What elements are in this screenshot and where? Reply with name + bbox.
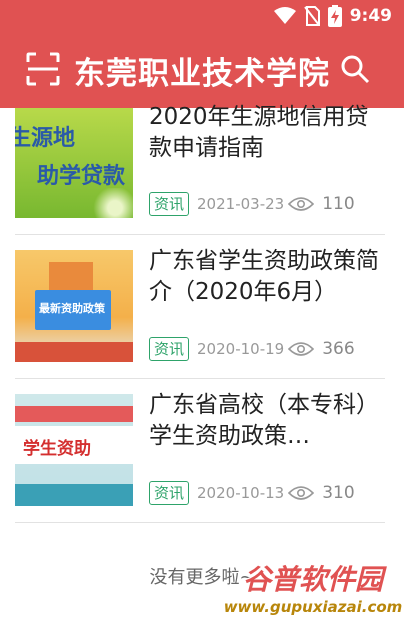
view-count: 366 (322, 339, 355, 359)
thumb-caption: 最新资助政策 (39, 302, 105, 315)
article-thumbnail: 最新资助政策 (15, 250, 133, 362)
thumb-caption: 助学贷款 (37, 164, 126, 189)
no-sim-icon (303, 6, 320, 26)
article-date: 2020-10-19 (197, 340, 285, 358)
status-bar: 9:49 (0, 0, 404, 30)
search-icon[interactable] (340, 54, 370, 84)
divider (15, 234, 385, 235)
thumb-leaves (85, 188, 133, 218)
watermark-title: 谷普软件园 (242, 563, 383, 596)
battery-charging-icon (327, 5, 342, 27)
watermark-url: www.gupuxiazai.com (223, 598, 403, 616)
article-meta: 资讯 2020-10-19 366 (149, 335, 355, 363)
article-date: 2020-10-13 (197, 484, 285, 502)
article-thumbnail: 学生资助 (15, 394, 133, 506)
thumb-book (15, 406, 133, 422)
article-date: 2021-03-23 (197, 195, 285, 213)
eye-icon (288, 486, 315, 500)
thumb-ground (15, 484, 133, 506)
view-count: 110 (322, 194, 355, 214)
watermark-logo: 谷普软件园 www.gupuxiazai.com (222, 558, 404, 624)
divider (15, 378, 385, 379)
eye-icon (288, 342, 315, 356)
view-count: 310 (322, 483, 355, 503)
category-tag: 资讯 (149, 481, 190, 505)
eye-icon (288, 197, 315, 211)
thumb-caption: 学生资助 (23, 439, 91, 459)
app-bar: 东莞职业技术学院 (0, 30, 404, 108)
thumb-building (49, 262, 93, 290)
category-tag: 资讯 (149, 192, 190, 216)
wifi-icon (273, 7, 296, 24)
article-title: 2020年生源地信用贷款申请指南 (149, 104, 369, 161)
thumb-track (15, 342, 133, 362)
article-meta: 资讯 2021-03-23 110 (149, 190, 355, 218)
article-title: 广东省学生资助政策简介（2020年6月） (149, 248, 379, 305)
category-tag: 资讯 (149, 337, 190, 361)
status-time: 9:49 (349, 6, 392, 26)
thumb-caption: 生源地 (15, 126, 76, 151)
divider (15, 522, 385, 523)
article-thumbnail: 生源地 助学贷款 (15, 108, 133, 218)
article-title: 广东省高校（本专科）学生资助政策… (149, 392, 379, 449)
article-meta: 资讯 2020-10-13 310 (149, 479, 355, 507)
